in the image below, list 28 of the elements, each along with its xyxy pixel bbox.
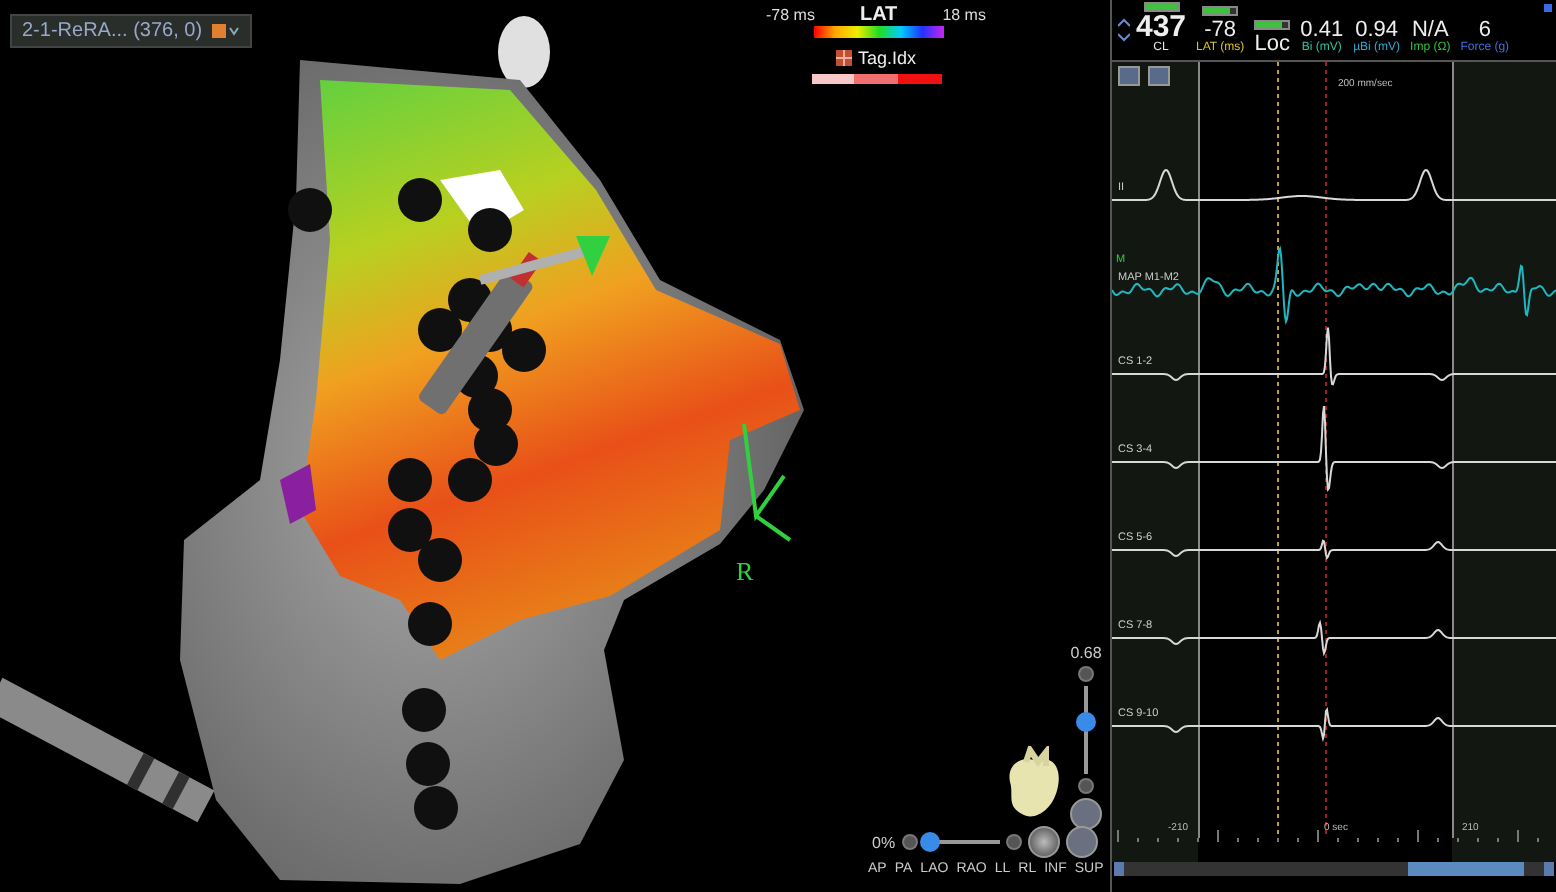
legend-max: 18 ms [942,6,986,24]
readout-value: 0.41 [1300,18,1344,42]
slider-thumb[interactable] [1076,711,1096,732]
tag-icon [835,50,852,66]
rotate-button[interactable] [1065,826,1098,858]
tag-legend-title: Tag.Idx [857,48,917,68]
legend-title: LAT [859,4,898,26]
readout-value: N/A [1411,18,1449,42]
up-down-icon[interactable] [1118,18,1130,42]
scrollbar[interactable] [1114,862,1554,876]
readout-value: 0.94 [1355,18,1399,42]
cursor-line[interactable] [1277,62,1279,839]
sphere-button[interactable] [1027,826,1060,858]
readout-value: 6 [1478,18,1491,42]
readout-value: -78 [1204,18,1237,42]
opacity-value: 0.68 [1070,644,1102,662]
color-scale-bar [814,26,944,38]
readout-value: 437 [1136,14,1187,42]
map-selector[interactable]: 2-1-ReRA... (376, 0) [10,14,253,48]
dropdown-icon [212,22,241,40]
legend-min: -78 ms [766,6,815,24]
reference-line[interactable] [1325,62,1327,839]
tag-scale-bar [811,74,941,84]
reset-button[interactable] [1070,798,1102,830]
slider-thumb[interactable] [920,832,941,852]
readout-value: Loc [1254,32,1291,56]
zoom-value: 0% [872,833,896,851]
marker-label: R [736,556,754,586]
